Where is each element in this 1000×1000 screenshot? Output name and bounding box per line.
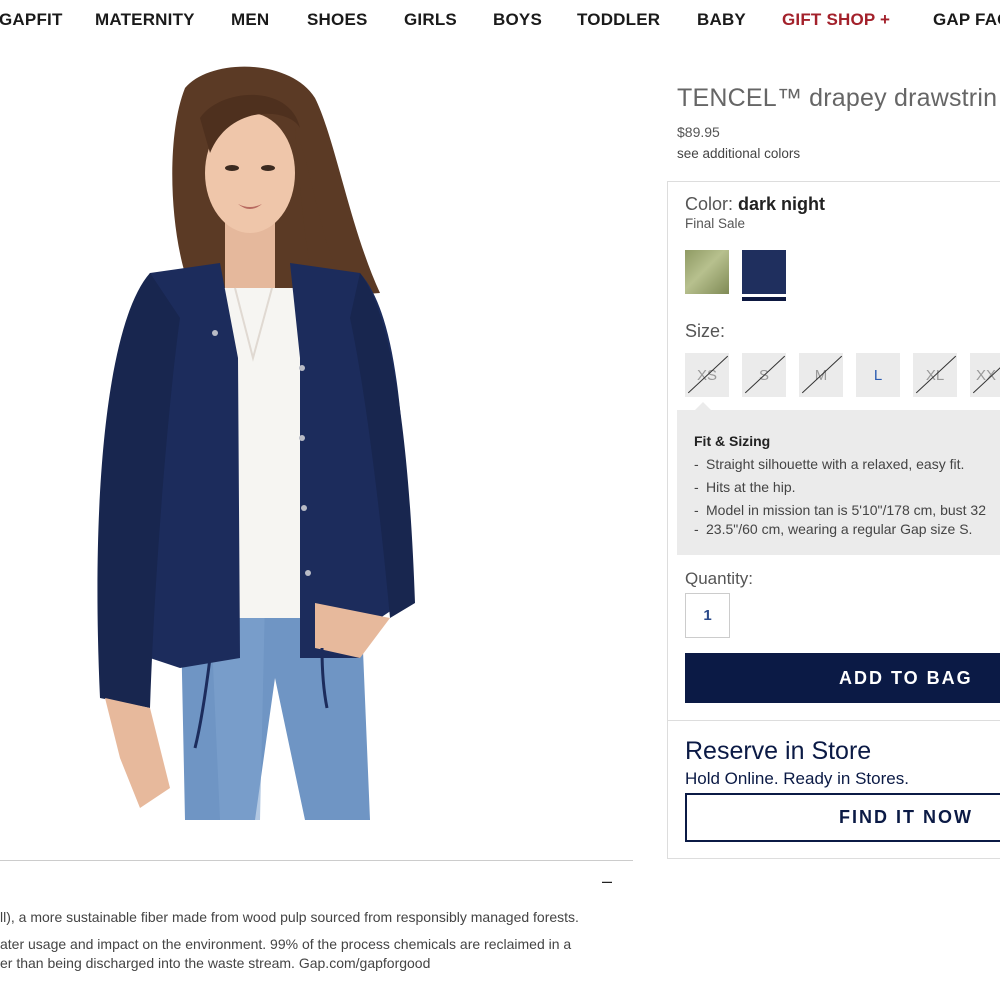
nav-item-gift-shop[interactable]: GIFT SHOP + bbox=[782, 10, 890, 30]
find-it-now-button[interactable]: FIND IT NOW bbox=[685, 793, 1000, 842]
reserve-subtitle: Hold Online. Ready in Stores. bbox=[685, 769, 909, 788]
nav-item-gap-factory[interactable]: GAP FAC bbox=[933, 10, 1000, 30]
size-option-l[interactable]: L bbox=[856, 353, 900, 397]
nav-item-toddler[interactable]: TODDLER bbox=[577, 10, 660, 30]
final-sale-label: Final Sale bbox=[685, 216, 746, 231]
model-photo bbox=[97, 66, 415, 820]
selected-swatch-indicator bbox=[742, 297, 786, 301]
reserve-title: Reserve in Store bbox=[685, 737, 872, 765]
fit-details-list: Straight silhouette with a relaxed, easy… bbox=[694, 455, 1000, 543]
product-title: TENCEL™ drapey drawstrin bbox=[677, 84, 998, 112]
size-option-m[interactable]: M bbox=[799, 353, 843, 397]
selected-color-name: dark night bbox=[738, 194, 826, 214]
nav-item-girls[interactable]: GIRLS bbox=[404, 10, 457, 30]
nav-item-maternity[interactable]: MATERNITY bbox=[95, 10, 195, 30]
unavailable-strike bbox=[687, 355, 729, 394]
size-option-xxl[interactable]: XX bbox=[970, 353, 1000, 397]
unavailable-strike bbox=[801, 355, 843, 394]
product-price: $89.95 bbox=[677, 124, 720, 140]
color-swatch-olive[interactable] bbox=[685, 250, 729, 294]
fit-detail-item-continued: 23.5"/60 cm, wearing a regular Gap size … bbox=[694, 520, 1000, 539]
size-option-xs[interactable]: XS bbox=[685, 353, 729, 397]
fit-detail-item: Hits at the hip. bbox=[694, 478, 1000, 497]
fit-detail-item: Model in mission tan is 5'10"/178 cm, bu… bbox=[694, 501, 1000, 520]
top-nav: GAPFIT MATERNITY MEN SHOES GIRLS BOYS TO… bbox=[0, 0, 1000, 38]
size-option-label: L bbox=[873, 366, 883, 384]
nav-item-gapfit[interactable]: GAPFIT bbox=[0, 10, 63, 30]
quantity-label: Quantity: bbox=[685, 569, 754, 588]
size-option-xl[interactable]: XL bbox=[913, 353, 957, 397]
color-label: Color: dark night bbox=[685, 194, 825, 215]
collapse-details-toggle[interactable]: – bbox=[602, 871, 612, 892]
size-label: Size: bbox=[685, 321, 726, 341]
add-to-bag-button[interactable]: ADD TO BAG bbox=[685, 653, 1000, 703]
unavailable-strike bbox=[915, 355, 957, 394]
description-line: ater usage and impact on the environment… bbox=[0, 936, 572, 952]
unavailable-strike bbox=[744, 355, 786, 394]
fit-title: Fit & Sizing bbox=[694, 433, 771, 449]
nav-item-baby[interactable]: BABY bbox=[697, 10, 746, 30]
product-image[interactable] bbox=[60, 58, 440, 820]
nav-item-men[interactable]: MEN bbox=[231, 10, 269, 30]
section-divider bbox=[0, 860, 633, 861]
fit-detail-item: Straight silhouette with a relaxed, easy… bbox=[694, 455, 1000, 474]
color-label-prefix: Color: bbox=[685, 194, 734, 214]
color-swatch-dark-night[interactable] bbox=[742, 250, 786, 294]
size-option-s[interactable]: S bbox=[742, 353, 786, 397]
see-additional-colors-link[interactable]: see additional colors bbox=[677, 146, 800, 161]
quantity-input[interactable]: 1 bbox=[685, 593, 730, 638]
description-line: ll), a more sustainable fiber made from … bbox=[0, 909, 579, 925]
nav-item-shoes[interactable]: SHOES bbox=[307, 10, 368, 30]
description-line: er than being discharged into the waste … bbox=[0, 955, 431, 971]
nav-item-boys[interactable]: BOYS bbox=[493, 10, 542, 30]
